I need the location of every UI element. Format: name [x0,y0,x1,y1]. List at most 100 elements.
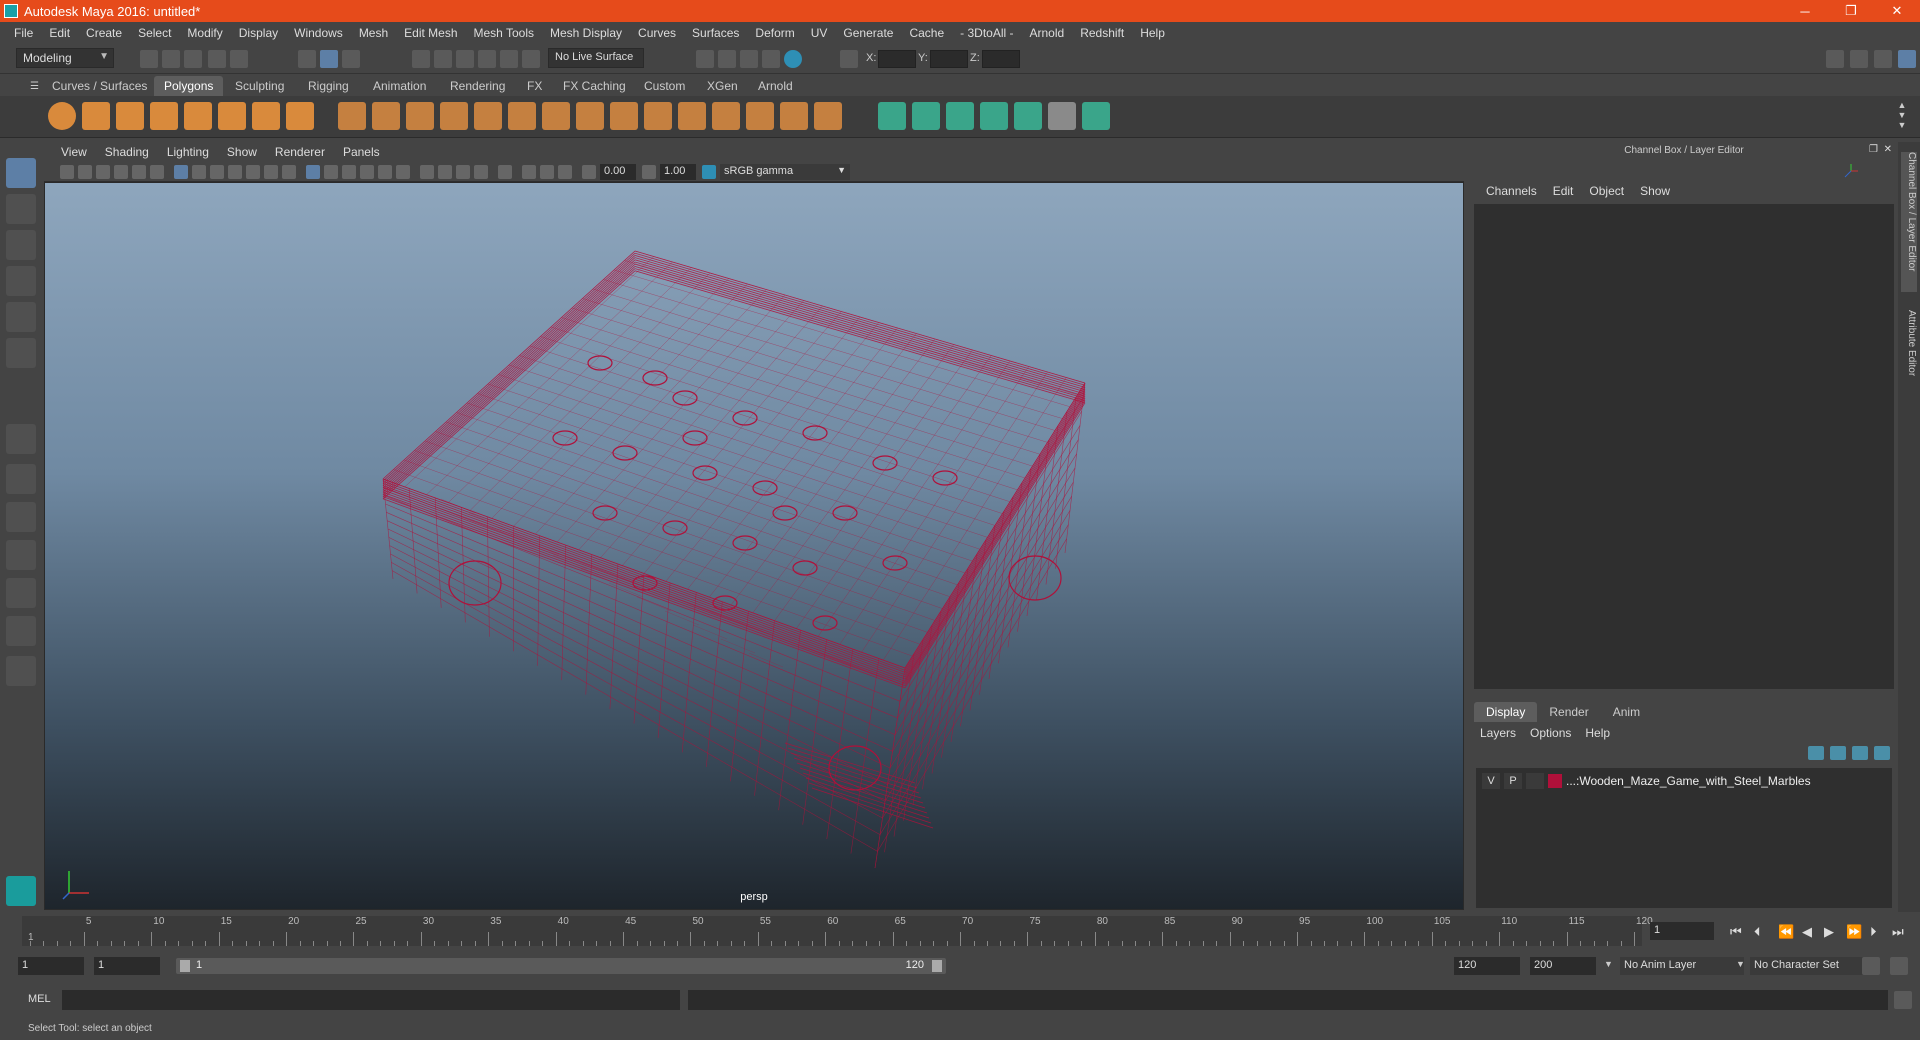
fill-hole-icon[interactable] [712,102,740,130]
uv-unfold-icon[interactable] [1014,102,1042,130]
new-layer-selected-icon[interactable] [1874,746,1890,760]
render-settings-icon[interactable] [696,50,714,68]
animation-end-field[interactable]: 200 [1530,957,1596,975]
auto-key-icon[interactable] [1862,957,1880,975]
chevron-down-icon[interactable]: ▼ [1604,959,1613,969]
menu-help[interactable]: Help [1132,26,1173,40]
live-surface-field[interactable]: No Live Surface [548,48,644,68]
gamma-field[interactable]: 1.00 [660,164,696,180]
play-backwards-icon[interactable]: ◀ [1802,924,1812,940]
panel-menu-view[interactable]: View [52,145,96,159]
menu-select[interactable]: Select [130,26,179,40]
menu-windows[interactable]: Windows [286,26,351,40]
go-to-end-icon[interactable]: ⏭ [1892,924,1904,940]
panel-menu-renderer[interactable]: Renderer [266,145,334,159]
toggle-modeling-toolkit-icon[interactable] [1850,50,1868,68]
menu-curves[interactable]: Curves [630,26,684,40]
tab-animation[interactable]: Animation [363,76,436,96]
move-tool-icon[interactable] [6,266,36,296]
menu-mesh-tools[interactable]: Mesh Tools [466,26,542,40]
ambient-occlusion-icon[interactable] [420,165,434,179]
toggle-channel-box-icon[interactable] [1898,50,1916,68]
layer-color-swatch[interactable] [1548,774,1562,788]
use-all-lights-icon[interactable] [378,165,392,179]
bookmark-icon[interactable] [96,165,110,179]
menu-3dtoall[interactable]: - 3DtoAll - [952,26,1021,40]
minimize-button[interactable]: ─ [1782,0,1828,22]
hypershade-icon[interactable] [784,50,802,68]
persp-hypershade-layout-icon[interactable] [6,578,36,608]
tab-display-layers[interactable]: Display [1474,702,1538,722]
safe-title-icon[interactable] [282,165,296,179]
menu-display[interactable]: Display [231,26,286,40]
go-to-start-icon[interactable]: ⏮ [1730,924,1742,940]
layer-playback-toggle[interactable]: P [1504,773,1522,789]
range-end-handle[interactable] [932,960,942,972]
tab-channel-box-vertical[interactable]: Channel Box / Layer Editor [1901,152,1917,292]
render-view-icon[interactable] [718,50,736,68]
menu-create[interactable]: Create [78,26,130,40]
shadows-icon[interactable] [396,165,410,179]
poly-plane-icon[interactable] [184,102,212,130]
single-perspective-layout-icon[interactable] [6,424,36,454]
camera-attributes-icon[interactable] [78,165,92,179]
grease-pencil-icon[interactable] [150,165,164,179]
bevel-icon[interactable] [644,102,672,130]
cb-menu-object[interactable]: Object [1581,184,1632,198]
animation-start-field[interactable]: 1 [18,957,84,975]
redo-icon[interactable] [230,50,248,68]
chevron-down-icon[interactable]: ▼ [1736,959,1745,969]
playback-end-field[interactable]: 120 [1454,957,1520,975]
append-polygon-icon[interactable] [678,102,706,130]
script-language-label[interactable]: MEL [28,993,51,1005]
lasso-tool-icon[interactable] [6,194,36,224]
depth-of-field-icon[interactable] [474,165,488,179]
z-input[interactable] [982,50,1020,68]
x-input[interactable] [878,50,916,68]
play-forwards-icon[interactable]: ▶ [1824,924,1834,940]
poly-torus-icon[interactable] [218,102,246,130]
panel-menu-panels[interactable]: Panels [334,145,389,159]
reduce-icon[interactable] [474,102,502,130]
open-scene-icon[interactable] [162,50,180,68]
ipr-render-icon[interactable] [762,50,780,68]
le-menu-options[interactable]: Options [1530,726,1579,740]
cylindrical-mapping-icon[interactable] [912,102,940,130]
xray-joints-icon[interactable] [558,165,572,179]
poly-cylinder-icon[interactable] [116,102,144,130]
tab-custom[interactable]: Custom [634,76,695,96]
snap-live-icon[interactable] [500,50,518,68]
animation-preferences-icon[interactable] [1890,957,1908,975]
range-slider[interactable]: 1 120 [176,958,946,974]
poly-cone-icon[interactable] [150,102,178,130]
gamma-icon[interactable] [642,165,656,179]
scale-tool-icon[interactable] [6,338,36,368]
new-scene-icon[interactable] [140,50,158,68]
color-management-icon[interactable] [702,165,716,179]
safe-action-icon[interactable] [264,165,278,179]
insert-edge-loop-icon[interactable] [746,102,774,130]
cb-menu-show[interactable]: Show [1632,184,1678,198]
cb-menu-channels[interactable]: Channels [1478,184,1545,198]
grid-icon[interactable] [174,165,188,179]
render-current-icon[interactable] [740,50,758,68]
snap-grid-icon[interactable] [412,50,430,68]
menu-cache[interactable]: Cache [901,26,952,40]
float-panel-icon[interactable]: ❐ [1869,144,1878,155]
rotate-tool-icon[interactable] [6,302,36,332]
custom-layout-icon[interactable] [6,616,36,646]
resolution-gate-icon[interactable] [210,165,224,179]
anim-layer-dropdown[interactable]: No Anim Layer [1620,957,1744,975]
select-camera-icon[interactable] [60,165,74,179]
planar-mapping-icon[interactable] [878,102,906,130]
combine-icon[interactable] [338,102,366,130]
current-frame-field[interactable]: 1 [1650,922,1714,940]
tab-arnold[interactable]: Arnold [748,76,803,96]
anti-aliasing-icon[interactable] [456,165,470,179]
perspective-viewport[interactable]: persp [44,182,1464,910]
menu-deform[interactable]: Deform [747,26,802,40]
snap-point-icon[interactable] [456,50,474,68]
tab-attribute-editor-vertical[interactable]: Attribute Editor [1901,310,1917,400]
shelf-scroll-icon[interactable]: ▲ ▼ ▼ [1894,100,1910,132]
menu-generate[interactable]: Generate [835,26,901,40]
